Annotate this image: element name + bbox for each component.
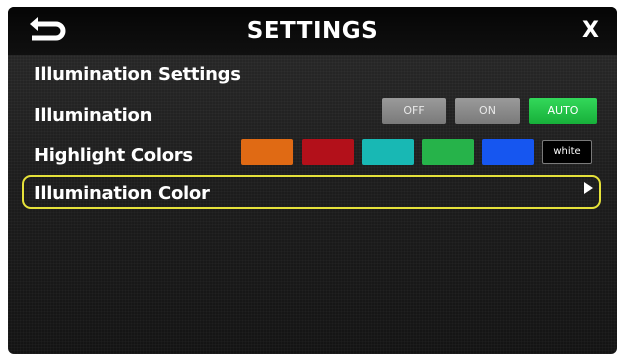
illumination-auto-button[interactable]: AUTO: [529, 98, 597, 124]
back-button[interactable]: [28, 16, 68, 46]
illumination-off-button[interactable]: OFF: [382, 98, 446, 124]
illumination-on-button[interactable]: ON: [455, 98, 520, 124]
swatch-teal[interactable]: [362, 139, 414, 165]
highlight-colors-label: Highlight Colors: [34, 145, 193, 166]
swatch-red[interactable]: [302, 139, 354, 165]
page-title: SETTINGS: [246, 18, 379, 44]
swatch-orange[interactable]: [241, 139, 293, 165]
section-heading: Illumination Settings: [34, 64, 241, 85]
illumination-label: Illumination: [34, 105, 153, 126]
illumination-color-label: Illumination Color: [34, 183, 210, 204]
chevron-right-icon: [584, 182, 593, 194]
swatch-green[interactable]: [422, 139, 474, 165]
return-arrow-icon: [30, 17, 66, 41]
swatch-blue[interactable]: [482, 139, 534, 165]
close-button[interactable]: X: [582, 7, 599, 55]
header-bar: SETTINGS X: [8, 7, 617, 55]
settings-screen: SETTINGS X Illumination Settings Illumin…: [8, 7, 617, 354]
swatch-white[interactable]: white: [542, 140, 592, 164]
